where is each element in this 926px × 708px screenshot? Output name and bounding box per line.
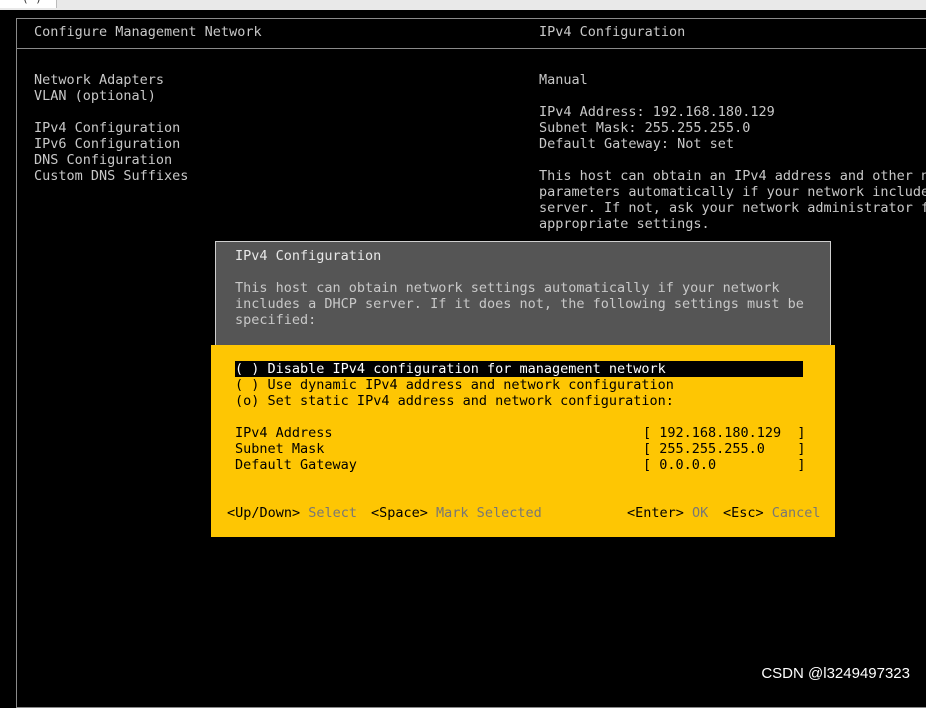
dialog-description-line: specified: <box>235 312 317 328</box>
default-gateway-label: Default Gateway <box>235 457 357 473</box>
menu-item-custom-dns-suffixes[interactable]: Custom DNS Suffixes <box>34 168 188 184</box>
left-panel-title: Configure Management Network <box>34 24 262 40</box>
footer-select-hint[interactable]: <Up/Down> Select <box>227 505 357 521</box>
menu-item-network-adapters[interactable]: Network Adapters <box>34 72 164 88</box>
option-radio[interactable]: ( ) <box>235 361 259 377</box>
menu-item-dns-configuration[interactable]: DNS Configuration <box>34 152 172 168</box>
cancel-label: Cancel <box>771 505 821 521</box>
dialog-description-line: includes a DHCP server. If it does not, … <box>235 296 804 312</box>
updown-key: <Up/Down> <box>227 505 301 521</box>
dialog-title: IPv4 Configuration <box>235 248 382 264</box>
menu-item-ipv6-configuration[interactable]: IPv6 Configuration <box>34 136 180 152</box>
ipv4-mode: Manual <box>539 72 588 88</box>
updown-action: Select <box>308 505 358 521</box>
footer-mark-hint[interactable]: <Space> Mark Selected <box>371 505 542 521</box>
right-panel-description-line: This host can obtain an IPv4 address and… <box>539 168 926 184</box>
ipv4-address-label: IPv4 Address <box>235 425 333 441</box>
space-action: Mark Selected <box>436 505 542 521</box>
option-label: Use dynamic IPv4 address and network con… <box>267 377 674 393</box>
option-dynamic-ipv4[interactable]: ( ) Use dynamic IPv4 address and network… <box>235 377 674 393</box>
menu-item-ipv4-configuration[interactable]: IPv4 Configuration <box>34 120 180 136</box>
browser-tab-bar: (-) <box>0 0 926 10</box>
dialog-description-line: This host can obtain network settings au… <box>235 280 780 296</box>
browser-tab-label: (-) <box>22 0 42 4</box>
ipv4-address-input[interactable]: [ 192.168.180.129 ] <box>643 425 806 441</box>
menu-item-vlan[interactable]: VLAN (optional) <box>34 88 156 104</box>
subnet-mask-label: Subnet Mask <box>235 441 325 457</box>
subnet-mask-summary: Subnet Mask: 255.255.255.0 <box>539 120 751 136</box>
right-panel-description-line: parameters automatically if your network… <box>539 184 926 200</box>
subnet-mask-input[interactable]: [ 255.255.255.0 ] <box>643 441 806 457</box>
option-label: Set static IPv4 address and network conf… <box>267 393 674 409</box>
ok-button[interactable]: <Enter> OK <box>627 505 708 521</box>
right-panel-description-line: appropriate settings. <box>539 216 710 232</box>
cancel-button[interactable]: <Esc> Cancel <box>723 505 821 521</box>
option-disable-ipv4[interactable]: ( ) Disable IPv4 configuration for manag… <box>235 361 803 377</box>
right-panel-title: IPv4 Configuration <box>539 24 686 40</box>
watermark: CSDN @l3249497323 <box>761 665 910 682</box>
space-key: <Space> <box>371 505 428 521</box>
right-panel-description-line: server. If not, ask your network adminis… <box>539 200 926 216</box>
option-static-ipv4[interactable]: (o) Set static IPv4 address and network … <box>235 393 674 409</box>
ipv4-configuration-dialog: IPv4 Configuration This host can obtain … <box>211 233 835 537</box>
default-gateway-summary: Default Gateway: Not set <box>539 136 735 152</box>
browser-tab[interactable]: (-) <box>0 0 57 8</box>
header-divider <box>17 48 926 49</box>
default-gateway-input[interactable]: [ 0.0.0.0 ] <box>643 457 806 473</box>
option-label: Disable IPv4 configuration for managemen… <box>267 361 666 377</box>
esc-key: <Esc> <box>723 505 764 521</box>
ok-label: OK <box>692 505 709 521</box>
option-radio[interactable]: (o) <box>235 393 259 409</box>
enter-key: <Enter> <box>627 505 684 521</box>
ipv4-address-summary: IPv4 Address: 192.168.180.129 <box>539 104 775 120</box>
option-radio[interactable]: ( ) <box>235 377 259 393</box>
